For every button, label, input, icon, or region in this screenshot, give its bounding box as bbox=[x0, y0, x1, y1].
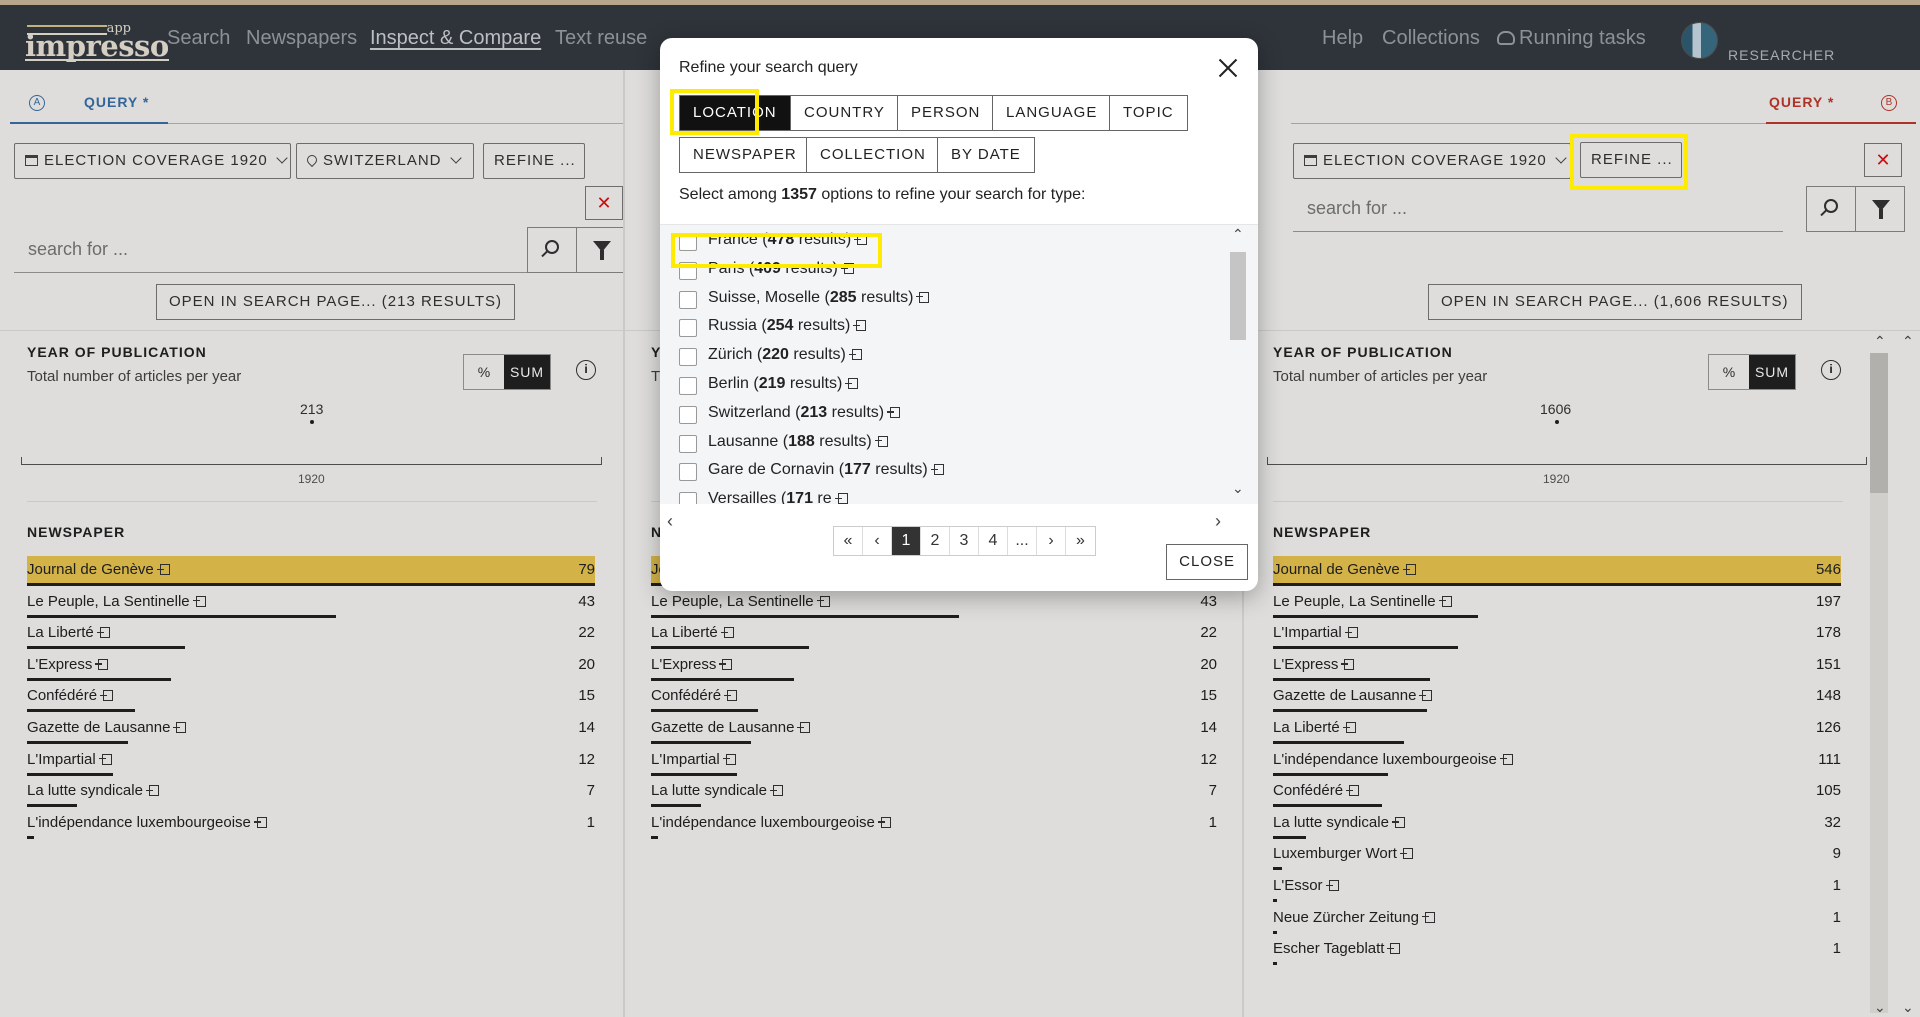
option-suffix: re bbox=[817, 490, 832, 504]
option-name: Lausanne bbox=[708, 432, 779, 450]
close-icon[interactable] bbox=[1216, 56, 1240, 80]
option-checkbox[interactable] bbox=[679, 434, 697, 453]
option-label: Berlin (219 results) bbox=[708, 375, 859, 393]
open-external-icon[interactable] bbox=[887, 406, 901, 418]
type-country[interactable]: COUNTRY bbox=[790, 95, 899, 131]
pagination: « ‹ 1 2 3 4 ... › » bbox=[833, 526, 1096, 556]
option-label: Switzerland (213 results) bbox=[708, 403, 901, 422]
modal-close-button[interactable]: CLOSE bbox=[1166, 544, 1248, 580]
option-checkbox[interactable] bbox=[679, 348, 697, 367]
annotation-highlight-location bbox=[670, 89, 759, 135]
option-count: 254 bbox=[766, 317, 794, 335]
option-name: Gare de Cornavin bbox=[708, 461, 835, 479]
option-label: Lausanne (188 results) bbox=[708, 433, 888, 451]
option-checkbox[interactable] bbox=[679, 492, 697, 504]
option-count: 285 bbox=[829, 288, 857, 306]
option-suffix: results) bbox=[860, 288, 914, 306]
page-last[interactable]: » bbox=[1066, 527, 1095, 555]
option-label: Zürich (220 results) bbox=[708, 346, 862, 364]
option-name: Zürich bbox=[708, 346, 753, 364]
annotation-highlight-refine bbox=[1570, 134, 1688, 190]
annotation-highlight-france bbox=[671, 233, 882, 268]
page-ellipsis: ... bbox=[1008, 527, 1037, 555]
open-external-icon[interactable] bbox=[845, 378, 859, 389]
type-newspaper[interactable]: NEWSPAPER bbox=[679, 137, 811, 173]
page-2[interactable]: 2 bbox=[921, 527, 950, 555]
open-external-icon[interactable] bbox=[834, 493, 848, 504]
page-prev[interactable]: ‹ bbox=[863, 527, 892, 555]
type-collection[interactable]: COLLECTION bbox=[806, 137, 940, 173]
info-pre: Select among bbox=[679, 186, 777, 203]
type-person[interactable]: PERSON bbox=[897, 95, 995, 131]
open-external-icon[interactable] bbox=[848, 349, 862, 361]
open-external-icon[interactable] bbox=[853, 320, 867, 332]
modal-title: Refine your search query bbox=[679, 59, 858, 76]
option-suffix: results) bbox=[789, 375, 843, 392]
option-count: 171 bbox=[786, 490, 813, 504]
type-language[interactable]: LANGUAGE bbox=[992, 95, 1112, 131]
option-name: Berlin bbox=[708, 375, 749, 392]
option-name: Russia bbox=[708, 317, 757, 335]
options-scrollbar[interactable]: ⌃ ⌄ bbox=[1228, 226, 1248, 506]
scrollbar-thumb[interactable] bbox=[1230, 252, 1246, 340]
option-checkbox[interactable] bbox=[679, 463, 697, 482]
info-post: options to refine your search for type: bbox=[821, 186, 1086, 203]
open-external-icon[interactable] bbox=[874, 435, 888, 447]
option-name: Switzerland bbox=[708, 403, 791, 421]
page-1[interactable]: 1 bbox=[892, 527, 921, 555]
scroll-left-icon[interactable]: ‹ bbox=[667, 511, 673, 532]
refine-modal: Refine your search query LOCATION COUNTR… bbox=[660, 38, 1258, 591]
option-checkbox[interactable] bbox=[679, 405, 697, 424]
option-checkbox[interactable] bbox=[679, 377, 697, 395]
option-count: 188 bbox=[788, 432, 815, 450]
page-first[interactable]: « bbox=[834, 527, 863, 555]
options-count: 1357 bbox=[781, 186, 817, 203]
option-count: 220 bbox=[762, 346, 789, 364]
option-count: 219 bbox=[758, 375, 786, 392]
option-count: 177 bbox=[844, 461, 871, 479]
scroll-up-icon[interactable]: ⌃ bbox=[1232, 226, 1244, 243]
option-label: Russia (254 results) bbox=[708, 317, 867, 335]
option-suffix: results) bbox=[831, 403, 885, 421]
option-suffix: results) bbox=[875, 461, 928, 479]
scroll-right-icon[interactable]: › bbox=[1215, 511, 1221, 532]
scroll-down-icon[interactable]: ⌄ bbox=[1232, 480, 1244, 497]
option-label: Gare de Cornavin (177 results) bbox=[708, 461, 944, 479]
page-3[interactable]: 3 bbox=[950, 527, 979, 555]
page-4[interactable]: 4 bbox=[979, 527, 1008, 555]
option-checkbox[interactable] bbox=[679, 290, 697, 309]
option-label: Suisse, Moselle (285 results) bbox=[708, 288, 930, 307]
open-external-icon[interactable] bbox=[916, 291, 930, 303]
type-by-date[interactable]: BY DATE bbox=[937, 137, 1035, 173]
option-suffix: results) bbox=[793, 346, 846, 364]
options-info: Select among 1357 options to refine your… bbox=[679, 186, 1085, 204]
type-topic[interactable]: TOPIC bbox=[1109, 95, 1188, 131]
option-count: 213 bbox=[800, 403, 828, 421]
option-suffix: results) bbox=[819, 432, 872, 450]
option-name: Suisse, Moselle bbox=[708, 288, 821, 306]
option-suffix: results) bbox=[797, 317, 851, 335]
open-external-icon[interactable] bbox=[930, 464, 944, 476]
option-name: Versailles bbox=[708, 490, 777, 504]
page-next[interactable]: › bbox=[1037, 527, 1066, 555]
option-label: Versailles (171 re bbox=[708, 490, 848, 504]
option-checkbox[interactable] bbox=[679, 319, 697, 338]
